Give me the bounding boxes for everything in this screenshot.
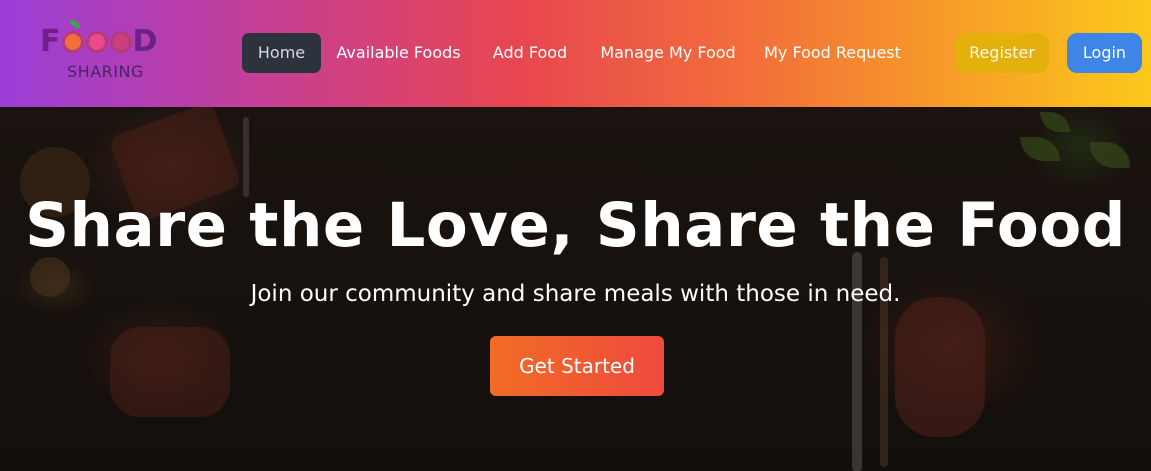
- hero-subtitle: Join our community and share meals with …: [250, 281, 901, 307]
- logo-wordmark: F D: [40, 24, 158, 59]
- register-button[interactable]: Register: [955, 33, 1049, 73]
- navbar: F D SHARING Home Available Foods Add Foo…: [0, 0, 1151, 107]
- logo-subtitle: SHARING: [67, 62, 144, 81]
- login-button[interactable]: Login: [1067, 33, 1142, 73]
- hero-banner: Share the Love, Share the Food Join our …: [0, 107, 1151, 471]
- hero-title: Share the Love, Share the Food: [25, 190, 1126, 261]
- nav-manage-my-food[interactable]: Manage My Food: [596, 33, 740, 73]
- nav-my-food-request[interactable]: My Food Request: [760, 33, 905, 73]
- nav-available-foods[interactable]: Available Foods: [331, 33, 466, 73]
- brand-logo[interactable]: F D SHARING: [40, 20, 170, 82]
- get-started-button[interactable]: Get Started: [490, 336, 664, 396]
- nav-add-food[interactable]: Add Food: [480, 33, 580, 73]
- nav-home[interactable]: Home: [242, 33, 321, 73]
